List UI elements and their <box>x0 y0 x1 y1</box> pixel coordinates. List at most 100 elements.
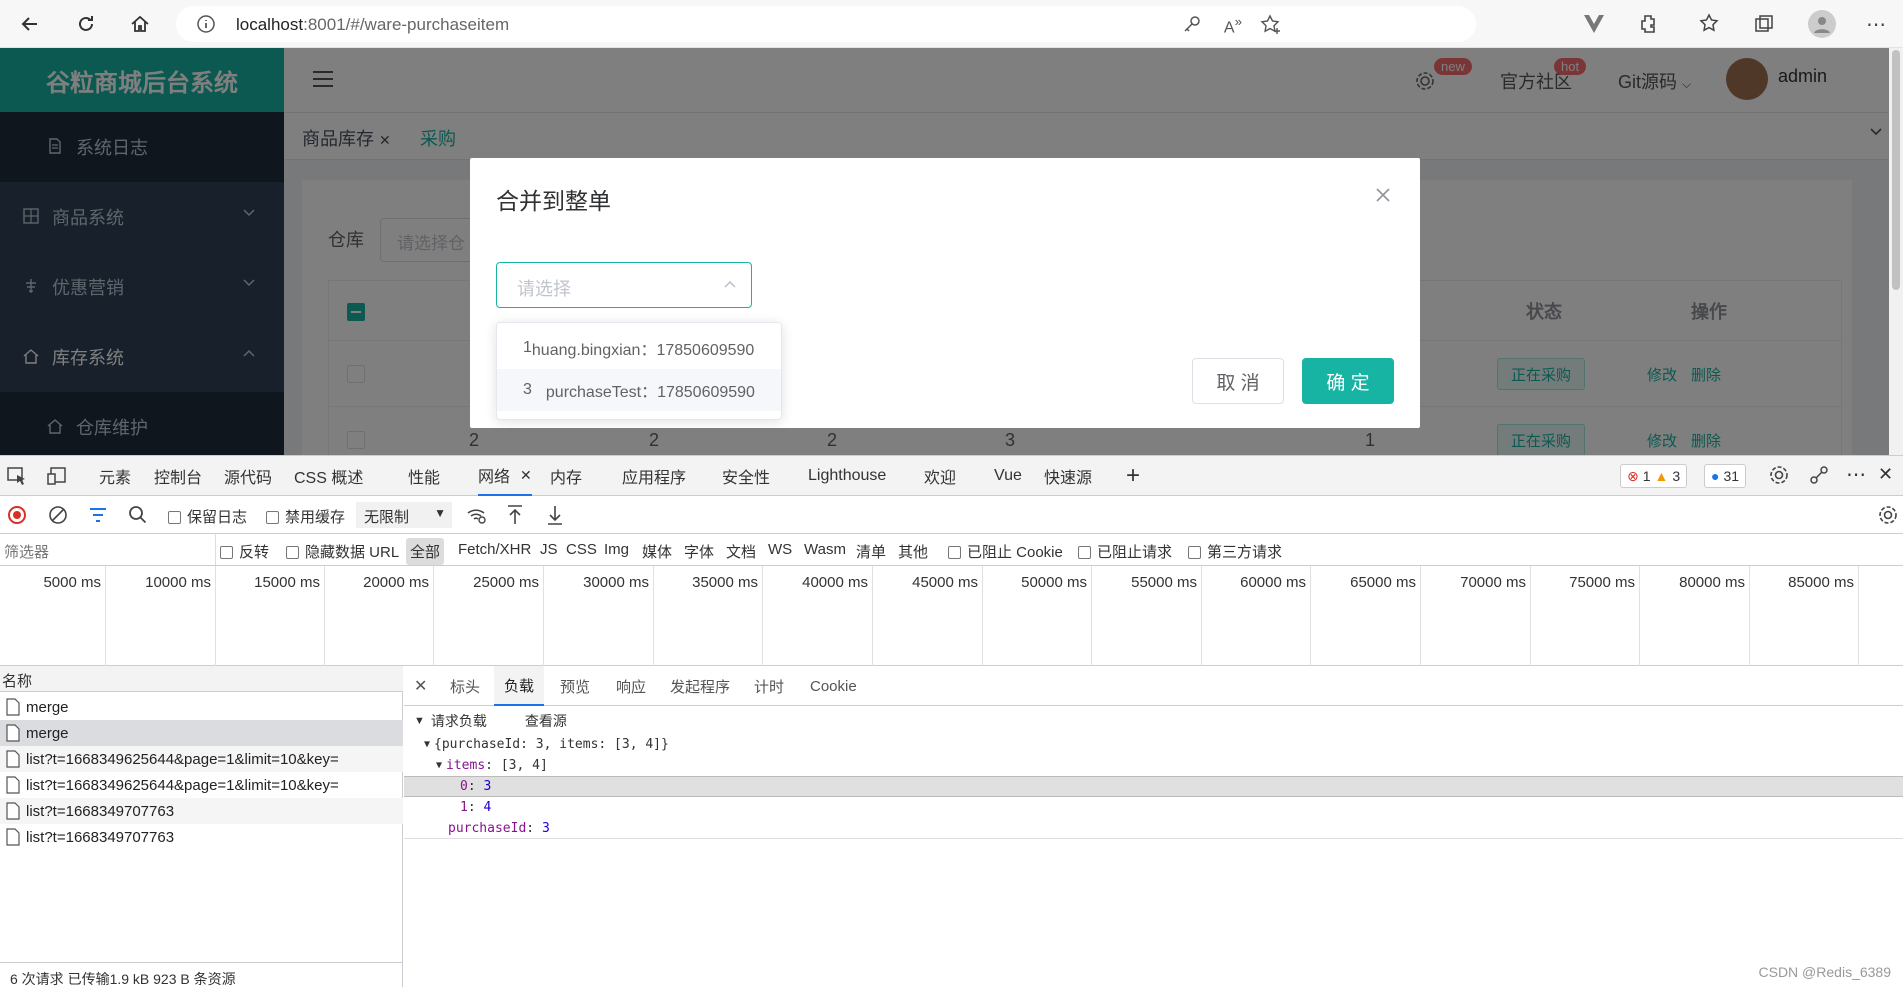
timeline-tick: 15000 ms <box>216 566 325 666</box>
filter-type-ws[interactable]: WS <box>768 541 792 558</box>
devtools-tab-elements[interactable]: 元素 <box>99 456 131 496</box>
tab-headers[interactable]: 标头 <box>450 666 480 706</box>
read-aloud-icon[interactable]: A» <box>1224 14 1242 37</box>
request-row[interactable]: merge <box>0 694 403 720</box>
devtools-tab-performance[interactable]: 性能 <box>408 456 440 496</box>
request-row[interactable]: list?t=1668349625644&page=1&limit=10&key… <box>0 746 403 772</box>
payload-item-0[interactable]: 0: 3 <box>404 776 1903 797</box>
info-icon[interactable] <box>196 14 216 34</box>
request-row[interactable]: list?t=1668349707763 <box>0 798 403 824</box>
collections-icon[interactable] <box>1752 12 1776 36</box>
third-party-checkbox[interactable]: 第三方请求 <box>1188 541 1282 562</box>
filter-type-img[interactable]: Img <box>604 541 629 558</box>
close-devtools-icon[interactable]: ✕ <box>1878 464 1893 485</box>
devtools-tab-sources[interactable]: 源代码 <box>224 456 272 496</box>
blocked-requests-checkbox[interactable]: 已阻止请求 <box>1078 541 1172 562</box>
tab-payload[interactable]: 负载 <box>494 666 545 706</box>
filter-type-css[interactable]: CSS <box>566 541 597 558</box>
add-tab-icon[interactable]: + <box>1126 456 1140 496</box>
tab-response[interactable]: 响应 <box>616 666 646 706</box>
filter-type-font[interactable]: 字体 <box>684 541 714 562</box>
vue-devtools-icon[interactable] <box>1582 12 1606 36</box>
request-row[interactable]: list?t=1668349707763 <box>0 824 403 850</box>
filter-type-media[interactable]: 媒体 <box>642 541 672 562</box>
clear-icon[interactable] <box>48 505 68 525</box>
issue-counter[interactable]: ⊗ 1 ▲ 3 <box>1620 464 1688 488</box>
invert-checkbox[interactable]: 反转 <box>220 541 269 562</box>
request-row[interactable]: list?t=1668349625644&page=1&limit=10&key… <box>0 772 403 798</box>
back-arrow-icon[interactable] <box>16 10 44 38</box>
devtools-tab-welcome[interactable]: 欢迎 <box>924 456 956 496</box>
timeline-tick: 65000 ms <box>1311 566 1421 666</box>
import-har-icon[interactable] <box>506 504 524 526</box>
confirm-button[interactable]: 确 定 <box>1302 358 1394 404</box>
payload-section-header[interactable]: ▼ 请求负载 查看源 <box>404 710 1903 731</box>
devtools-tab-application[interactable]: 应用程序 <box>622 456 686 496</box>
devtools-tab-network[interactable]: 网络 ✕ <box>478 456 532 496</box>
key-icon[interactable] <box>1182 14 1202 34</box>
devtools-tab-console[interactable]: 控制台 <box>154 456 202 496</box>
filter-type-doc[interactable]: 文档 <box>726 541 756 562</box>
payload-item-1[interactable]: 1: 4 <box>404 797 1903 818</box>
close-icon[interactable]: ✕ <box>414 666 427 706</box>
devtools-tab-memory[interactable]: 内存 <box>550 456 582 496</box>
tab-initiator[interactable]: 发起程序 <box>670 666 730 706</box>
tab-preview[interactable]: 预览 <box>560 666 590 706</box>
select-option[interactable]: 3 purchaseTest：17850609590 <box>497 369 781 411</box>
device-toggle-icon[interactable] <box>46 466 68 486</box>
extensions-icon[interactable] <box>1636 12 1660 36</box>
message-counter[interactable]: ● 31 <box>1704 464 1747 488</box>
network-timeline[interactable]: 5000 ms 10000 ms 15000 ms 20000 ms 25000… <box>0 566 1903 666</box>
filter-type-js[interactable]: JS <box>540 541 558 558</box>
close-icon[interactable]: ✕ <box>520 467 532 484</box>
blocked-cookies-checkbox[interactable]: 已阻止 Cookie <box>948 541 1063 562</box>
view-source-link[interactable]: 查看源 <box>525 711 567 731</box>
record-icon[interactable] <box>8 506 26 524</box>
filter-input[interactable]: 筛选器 <box>4 534 216 565</box>
favorite-add-icon[interactable] <box>1260 14 1282 36</box>
hide-data-urls-checkbox[interactable]: 隐藏数据 URL <box>286 541 399 562</box>
home-icon[interactable] <box>126 10 154 38</box>
tab-cookies[interactable]: Cookie <box>810 666 857 706</box>
filter-type-wasm[interactable]: Wasm <box>804 541 846 558</box>
payload-items[interactable]: ▼ items: [3, 4] <box>404 755 1903 776</box>
page-scrollbar[interactable] <box>1889 48 1903 455</box>
throttle-select[interactable]: 无限制 ▼ <box>356 502 452 528</box>
filter-type-fetch[interactable]: Fetch/XHR <box>458 541 531 558</box>
close-icon[interactable] <box>1374 186 1392 204</box>
favorites-icon[interactable] <box>1698 12 1722 36</box>
caret-down-icon: ▼ <box>414 714 425 727</box>
cancel-button[interactable]: 取 消 <box>1192 358 1284 404</box>
inspect-icon[interactable] <box>6 466 28 486</box>
devtools-tab-quick-source[interactable]: 快速源 <box>1044 456 1092 496</box>
payload-purchase-id[interactable]: purchaseId: 3 <box>404 818 1903 839</box>
search-icon[interactable] <box>128 505 148 525</box>
preserve-log-checkbox[interactable]: 保留日志 <box>168 506 247 527</box>
select-option[interactable]: 1 huang.bingxian：17850609590 <box>497 327 781 369</box>
filter-type-manifest[interactable]: 清单 <box>856 541 886 562</box>
export-har-icon[interactable] <box>546 504 564 526</box>
filter-type-other[interactable]: 其他 <box>898 541 928 562</box>
filter-icon[interactable] <box>88 506 108 524</box>
devtools-tab-vue[interactable]: Vue <box>994 456 1022 496</box>
payload-root[interactable]: ▼ {purchaseId: 3, items: [3, 4]} <box>404 734 1903 755</box>
connection-icon[interactable] <box>1808 464 1830 486</box>
settings-gear-icon[interactable] <box>1768 464 1790 486</box>
name-column-header[interactable]: 名称 <box>0 666 403 692</box>
profile-avatar-icon[interactable] <box>1808 10 1836 38</box>
disable-cache-checkbox[interactable]: 禁用缓存 <box>266 506 345 527</box>
select-placeholder: 请选择 <box>517 279 571 299</box>
request-row[interactable]: merge <box>0 720 403 746</box>
wifi-settings-icon[interactable] <box>466 505 488 525</box>
devtools-tab-security[interactable]: 安全性 <box>722 456 770 496</box>
filter-type-all[interactable]: 全部 <box>406 538 445 565</box>
more-options-icon[interactable]: ⋯ <box>1846 462 1866 487</box>
network-settings-icon[interactable] <box>1877 504 1899 526</box>
tab-timing[interactable]: 计时 <box>754 666 784 706</box>
reload-icon[interactable] <box>72 10 100 38</box>
devtools-tab-lighthouse[interactable]: Lighthouse <box>808 456 886 496</box>
purchase-select[interactable]: 请选择 <box>496 262 752 308</box>
devtools-tab-css-overview[interactable]: CSS 概述 <box>294 456 363 496</box>
more-menu-icon[interactable]: ⋯ <box>1864 12 1888 36</box>
address-bar[interactable]: localhost:8001/#/ware-purchaseitem A» <box>176 6 1476 42</box>
